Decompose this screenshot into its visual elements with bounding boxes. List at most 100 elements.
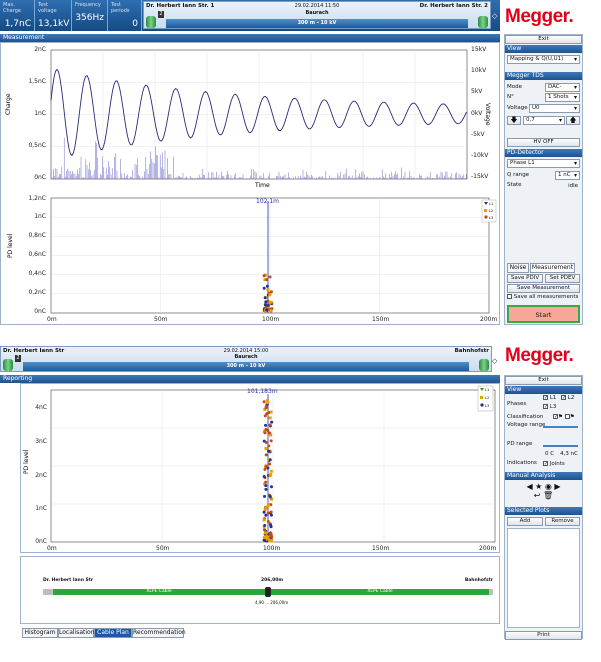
svg-text:L2: L2 (485, 396, 489, 400)
megger-logo: Megger. (505, 345, 574, 366)
view-header: View (505, 45, 582, 53)
voltage-select[interactable]: U0 (529, 104, 580, 113)
axis-x-tick: 0m (47, 545, 57, 552)
cable-end-icon (478, 16, 488, 28)
remove-button[interactable]: Remove (545, 517, 580, 526)
axis-pd-tick: 0,6nC (28, 251, 46, 258)
measurement-panel: Charge Voltage Time PD level 102,1m L1 L… (0, 42, 500, 325)
tds-header: Megger TDS (505, 72, 582, 80)
axis-voltage-tick: -5kV (471, 131, 485, 138)
reporting-panel: PD level 101,183m L1 L2 L3 4nC 3nC 2nC 1… (20, 383, 500, 553)
axis-voltage-tick: -15kV (471, 173, 489, 180)
axis-x-tick: 150m (372, 545, 390, 552)
voltage-range-slider[interactable] (543, 426, 578, 428)
axis-voltage-tick: 10kV (471, 67, 487, 74)
phase-select[interactable]: Phase L1 (507, 159, 580, 168)
axis-pd-tick: 1,2nC (28, 195, 46, 202)
start-button[interactable]: Start (507, 305, 580, 323)
chart-label-charge: Charge (5, 93, 12, 115)
axis-voltage-tick: 15kV (471, 46, 487, 53)
pd-range-slider[interactable] (543, 445, 578, 447)
axis-pd-tick: 1nC (34, 213, 46, 220)
diamond-icon[interactable]: ◇ (492, 12, 497, 20)
top-header: Max. Charge 1,7nC Test voltage 13,1kV Freq… (0, 0, 500, 31)
tab-localisation[interactable]: Localisation (58, 628, 95, 638)
control-sidebar: Exit View Mapping & Q(U,U1) Megger TDS M… (504, 34, 583, 325)
exit-button[interactable]: Exit (505, 35, 582, 44)
view-header: View (505, 386, 582, 394)
stat-test-periods: Test periods 0 (108, 0, 142, 31)
legend[interactable]: L1 L2 L3 (481, 199, 497, 223)
axis-charge-tick: 1,5nC (28, 78, 46, 85)
tab-measurement[interactable]: Measurement (530, 263, 575, 273)
axis-x-tick: 100m (262, 316, 280, 323)
chart-label-voltage: Voltage (484, 103, 491, 126)
tab-noise[interactable]: Noise (507, 263, 529, 273)
megger-logo: Megger. (505, 6, 574, 27)
axis-x-tick: 50m (154, 316, 168, 323)
voltage-down-button[interactable]: 🡇 (507, 116, 521, 125)
axis-x-tick: 200m (480, 316, 498, 323)
manual-analysis-tools[interactable]: ◀ ★ ◉ ▶ ↩ 🗑 (509, 482, 578, 500)
section-title: Reporting (0, 375, 500, 383)
axis-voltage-tick: -10kV (471, 152, 489, 159)
axis-pd-tick: 0,4nC (28, 270, 46, 277)
classification-checkboxes[interactable]: ✓⚑ ⚑ (553, 414, 575, 420)
svg-text:L1: L1 (489, 202, 493, 206)
phase-l3-checkbox[interactable]: ✓ L3 (543, 404, 556, 410)
cable-end-icon (479, 359, 489, 371)
shots-stepper[interactable]: 1 Shots (545, 93, 580, 102)
route-bar[interactable]: Dr. Herbert Iann Str. 1 2 29.02.2014 11:… (143, 1, 491, 29)
joint-icon (265, 587, 271, 597)
tab-recommendation[interactable]: Recommendation (132, 628, 186, 638)
axis-x-tick: 100m (263, 545, 281, 552)
tab-histogram[interactable]: Histogram (22, 628, 58, 638)
pd-detector-header: PD-Detector (505, 149, 582, 157)
diamond-icon[interactable]: ◇ (492, 357, 497, 365)
voltage-up-button[interactable]: 🡅 (566, 116, 580, 125)
marker-label: 102,1m (256, 198, 279, 205)
axis-charge-tick: 1nC (34, 110, 46, 117)
set-pdev-button[interactable]: Set PDEV (545, 274, 580, 283)
axis-charge-tick: 2nC (34, 46, 46, 53)
tab-cable-plan[interactable]: Cable Plan (94, 628, 132, 638)
cable-segment[interactable]: XLPE Cable (53, 589, 265, 595)
phase-l1-checkbox[interactable]: ✓ L1 (543, 395, 556, 401)
save-all-checkbox[interactable]: Save all measurements (507, 293, 580, 302)
view-select[interactable]: Mapping & Q(U,U1) (507, 55, 580, 64)
add-button[interactable]: Add (507, 517, 543, 526)
reporting-chart: PD level 101,183m L1 L2 L3 (23, 385, 496, 543)
cable-end-icon (3, 359, 13, 371)
voltage-input[interactable]: 0,7 (523, 116, 565, 125)
axis-voltage-tick: 0kV (471, 110, 483, 117)
axis-x-tick: 200m (479, 545, 497, 552)
svg-text:L2: L2 (489, 209, 493, 213)
exit-button[interactable]: Exit (505, 376, 582, 385)
manual-analysis-header: Manual Analysis (505, 472, 582, 480)
axis-pd-tick: 3nC (35, 438, 47, 445)
cable-segment[interactable]: XLPE Cable (271, 589, 489, 595)
cable-plan: Dr. Herbert Iann Str 206,00m Bahnhofstr … (20, 556, 500, 624)
save-pdiv-button[interactable]: Save PDIV (507, 274, 543, 283)
svg-text:L3: L3 (489, 216, 493, 220)
axis-charge-tick: 0nC (34, 174, 46, 181)
legend[interactable]: L1 L2 L3 (477, 385, 494, 412)
stat-frequency: Frequency 356Hz (72, 0, 108, 31)
route-length: 300 m - 10 kV (23, 362, 469, 371)
chart-label-time: Time (254, 182, 270, 189)
axis-pd-tick: 4nC (35, 404, 47, 411)
axis-voltage-tick: 5kV (471, 88, 483, 95)
selected-plots-list[interactable] (507, 528, 580, 628)
print-button[interactable]: Print (505, 631, 582, 640)
section-title: Measurement (0, 34, 500, 42)
mode-select[interactable]: DAC- (545, 83, 580, 92)
axis-x-tick: 0m (47, 316, 57, 323)
qrange-select[interactable]: 1 nC (555, 171, 580, 180)
measurement-chart: Charge Voltage Time PD level 102,1m L1 L… (5, 49, 497, 314)
joints-checkbox[interactable]: ✓ Joints (543, 461, 565, 467)
phase-l2-checkbox[interactable]: ✓ L2 (561, 395, 574, 401)
reporting-sidebar: Exit View Phases ✓ L1 ✓ L2 ✓ L3 Classifi… (504, 375, 583, 640)
hv-off-button[interactable]: HV OFF (507, 138, 580, 147)
route-bar-bottom[interactable]: Dr. Herbert Iann Str 2 29.02.2014 15:00 … (0, 346, 492, 372)
save-measurement-button[interactable]: Save Measurement (507, 284, 580, 293)
